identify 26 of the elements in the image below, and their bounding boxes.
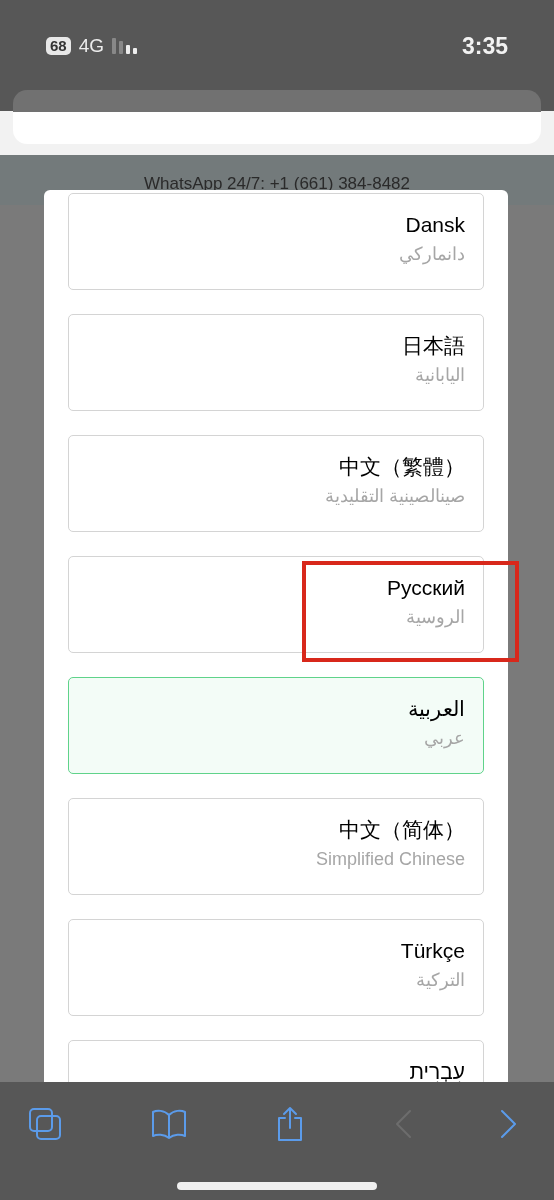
forward-icon: [500, 1109, 518, 1139]
language-subtitle: التركية: [416, 969, 465, 993]
language-subtitle: دانماركي: [399, 243, 465, 267]
language-option[interactable]: العربية عربي: [68, 677, 484, 774]
language-name: Türkçe: [400, 938, 465, 964]
language-subtitle: صينالصينية التقليدية: [325, 485, 465, 508]
toolbar-button[interactable]: [26, 1105, 64, 1143]
language-subtitle: الروسية: [406, 606, 465, 630]
clock: 3:35: [461, 31, 508, 61]
language-subtitle: عربي: [424, 727, 465, 751]
language-name: Dansk: [405, 212, 465, 238]
language-name: العربية: [408, 696, 465, 724]
address-bar[interactable]: [13, 90, 541, 144]
share-icon: [275, 1106, 305, 1142]
language-name: 日本語: [402, 333, 465, 359]
language-option[interactable]: 中文（简体） Simplified Chinese: [68, 798, 484, 895]
battery-level: 68: [46, 37, 71, 55]
network-label: 4G: [78, 33, 105, 58]
language-name: Русский: [387, 575, 465, 601]
whatsapp-text: WhatsApp 24/7: +1 (661) 384-8482: [143, 174, 410, 194]
language-name: 中文（简体）: [339, 817, 465, 843]
language-subtitle: اليابانية: [415, 364, 465, 387]
language-subtitle: Simplified Chinese: [315, 848, 465, 871]
language-name: 中文（繁體）: [339, 454, 465, 480]
book-icon: [150, 1109, 187, 1139]
tabs-icon: [28, 1107, 62, 1141]
